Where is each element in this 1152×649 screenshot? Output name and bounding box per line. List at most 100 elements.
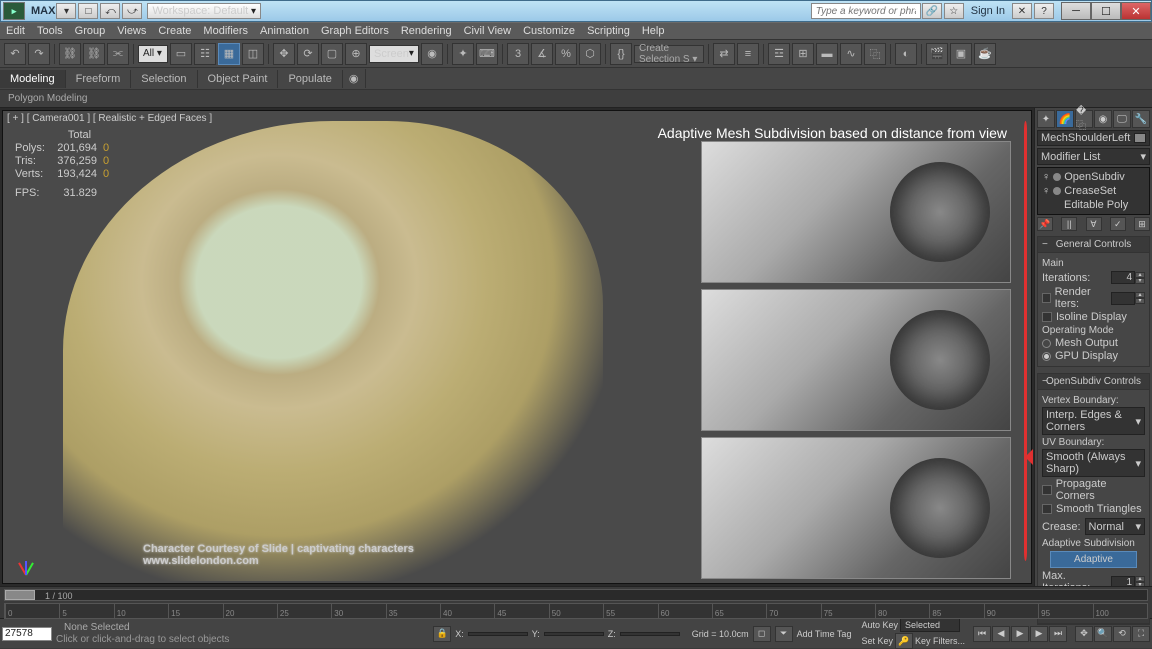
- iterations-spinner[interactable]: 4▴▾: [1111, 271, 1145, 284]
- spinner-snap-button[interactable]: ⬡: [579, 43, 601, 65]
- window-minimize[interactable]: ─: [1061, 2, 1091, 20]
- stack-editablepoly[interactable]: Editable Poly: [1040, 198, 1147, 212]
- modifier-stack[interactable]: ♀OpenSubdiv ♀CreaseSet Editable Poly: [1037, 167, 1150, 215]
- selection-filter[interactable]: All ▾: [138, 45, 168, 63]
- smooth-tri-check[interactable]: Smooth Triangles: [1042, 503, 1145, 515]
- workspace-selector[interactable]: Workspace: Default ▾: [147, 3, 261, 19]
- axis-gizmo[interactable]: [11, 545, 41, 575]
- render-frame-button[interactable]: ▣: [950, 43, 972, 65]
- render-iters-check[interactable]: Render Iters: ▴▾: [1042, 286, 1145, 310]
- time-tag-button[interactable]: ⏷: [775, 626, 793, 642]
- lock-icon[interactable]: 🔒: [433, 626, 451, 642]
- time-slider[interactable]: 1 / 100: [4, 589, 1148, 601]
- nav-pan-button[interactable]: ✥: [1075, 626, 1093, 642]
- refcoord-dropdown[interactable]: Screen ▾: [369, 45, 419, 63]
- select-scale-button[interactable]: ▢: [321, 43, 343, 65]
- select-move-button[interactable]: ✥: [273, 43, 295, 65]
- show-result-button[interactable]: ||: [1061, 217, 1077, 231]
- menu-modifiers[interactable]: Modifiers: [203, 25, 248, 37]
- tab-motion[interactable]: ◉: [1094, 110, 1112, 128]
- tab-freeform[interactable]: Freeform: [66, 70, 132, 88]
- link-icon[interactable]: 🔗: [922, 3, 942, 19]
- nav-zoom-button[interactable]: 🔍: [1094, 626, 1112, 642]
- recent-files-dropdown[interactable]: ▾: [56, 3, 76, 19]
- select-object-button[interactable]: ▭: [170, 43, 192, 65]
- pin-stack-button[interactable]: 📌: [1037, 217, 1053, 231]
- render-iters-spinner[interactable]: ▴▾: [1111, 292, 1145, 305]
- select-name-button[interactable]: ☷: [194, 43, 216, 65]
- window-maximize[interactable]: ☐: [1091, 2, 1121, 20]
- meshoutput-radio[interactable]: Mesh Output: [1042, 337, 1145, 349]
- angle-snap-button[interactable]: ∡: [531, 43, 553, 65]
- time-slider-thumb[interactable]: [5, 590, 35, 600]
- isoline-check[interactable]: Isoline Display: [1042, 311, 1145, 323]
- menu-help[interactable]: Help: [642, 25, 665, 37]
- cloud-icon[interactable]: ✕: [1012, 3, 1032, 19]
- menu-create[interactable]: Create: [158, 25, 191, 37]
- keymode-dropdown[interactable]: Selected: [900, 618, 960, 632]
- tab-selection[interactable]: Selection: [131, 70, 197, 88]
- menu-rendering[interactable]: Rendering: [401, 25, 452, 37]
- adaptive-button[interactable]: Adaptive: [1050, 551, 1137, 568]
- manipulate-button[interactable]: ✦: [452, 43, 474, 65]
- menu-customize[interactable]: Customize: [523, 25, 575, 37]
- layers-button[interactable]: ☲: [768, 43, 790, 65]
- viewport[interactable]: [ + ] [ Camera001 ] [ Realistic + Edged …: [2, 110, 1032, 584]
- material-editor-button[interactable]: ◐: [895, 43, 917, 65]
- menu-views[interactable]: Views: [117, 25, 146, 37]
- select-place-button[interactable]: ⊕: [345, 43, 367, 65]
- propagate-check[interactable]: Propagate Corners: [1042, 478, 1145, 502]
- align-button[interactable]: ≡: [737, 43, 759, 65]
- rollout-osd-header[interactable]: OpenSubdiv Controls: [1038, 374, 1149, 390]
- open-button[interactable]: ⤺: [100, 3, 120, 19]
- keyfilters-button[interactable]: Key Filters...: [915, 636, 965, 646]
- bind-spacewarp-button[interactable]: ⫘: [107, 43, 129, 65]
- modifier-list-dropdown[interactable]: Modifier List▾: [1037, 148, 1150, 165]
- addtimetag-label[interactable]: Add Time Tag: [797, 629, 852, 639]
- select-rotate-button[interactable]: ⟳: [297, 43, 319, 65]
- curve-editor-button[interactable]: ∿: [840, 43, 862, 65]
- ribbon-rec-icon[interactable]: ◉: [343, 69, 366, 88]
- rollout-general-header[interactable]: General Controls: [1038, 237, 1149, 253]
- color-swatch[interactable]: [1134, 133, 1146, 143]
- render-setup-button[interactable]: 🎬: [926, 43, 948, 65]
- goto-start-button[interactable]: ⏮: [973, 626, 991, 642]
- nav-maximize-button[interactable]: ⛶: [1132, 626, 1150, 642]
- menu-animation[interactable]: Animation: [260, 25, 309, 37]
- setkey-button[interactable]: Set Key: [861, 636, 893, 646]
- viewport-label[interactable]: [ + ] [ Camera001 ] [ Realistic + Edged …: [7, 113, 212, 124]
- named-sets-edit-button[interactable]: {}: [610, 43, 632, 65]
- toggle-ribbon-button[interactable]: ▬: [816, 43, 838, 65]
- uv-boundary-dropdown[interactable]: Smooth (Always Sharp)▾: [1042, 449, 1145, 477]
- remove-button[interactable]: ✓: [1110, 217, 1126, 231]
- time-ruler[interactable]: 0510152025303540455055606570758085909510…: [4, 603, 1148, 619]
- schematic-view-button[interactable]: ⿻: [864, 43, 886, 65]
- tab-hierarchy[interactable]: �⿻: [1075, 110, 1093, 128]
- signin-link[interactable]: Sign In: [971, 5, 1005, 17]
- menu-group[interactable]: Group: [75, 25, 106, 37]
- prev-frame-button[interactable]: ◀: [992, 626, 1010, 642]
- help-icon[interactable]: ?: [1034, 3, 1054, 19]
- window-close[interactable]: ✕: [1121, 2, 1151, 20]
- tab-populate[interactable]: Populate: [278, 70, 342, 88]
- crease-dropdown[interactable]: Normal▾: [1085, 518, 1145, 535]
- object-name-field[interactable]: MechShoulderLeft: [1037, 130, 1150, 146]
- unique-button[interactable]: ∀: [1086, 217, 1102, 231]
- new-button[interactable]: □: [78, 3, 98, 19]
- menu-civilview[interactable]: Civil View: [464, 25, 511, 37]
- goto-end-button[interactable]: ⏭: [1049, 626, 1067, 642]
- stack-creaseset[interactable]: ♀CreaseSet: [1040, 184, 1147, 198]
- select-region-button[interactable]: ▦: [218, 43, 240, 65]
- autokey-button[interactable]: Auto Key: [861, 620, 898, 630]
- ribbon-panel-label[interactable]: Polygon Modeling: [8, 93, 88, 104]
- menu-tools[interactable]: Tools: [37, 25, 63, 37]
- save-button[interactable]: ⤻: [122, 3, 142, 19]
- link-button[interactable]: ⛓: [59, 43, 81, 65]
- window-crossing-button[interactable]: ◫: [242, 43, 264, 65]
- tab-utilities[interactable]: 🔧: [1132, 110, 1150, 128]
- next-frame-button[interactable]: ▶: [1030, 626, 1048, 642]
- isolate-button[interactable]: ◻: [753, 626, 771, 642]
- vertex-boundary-dropdown[interactable]: Interp. Edges & Corners▾: [1042, 407, 1145, 435]
- layer-explorer-button[interactable]: ⊞: [792, 43, 814, 65]
- nav-orbit-button[interactable]: ⟲: [1113, 626, 1131, 642]
